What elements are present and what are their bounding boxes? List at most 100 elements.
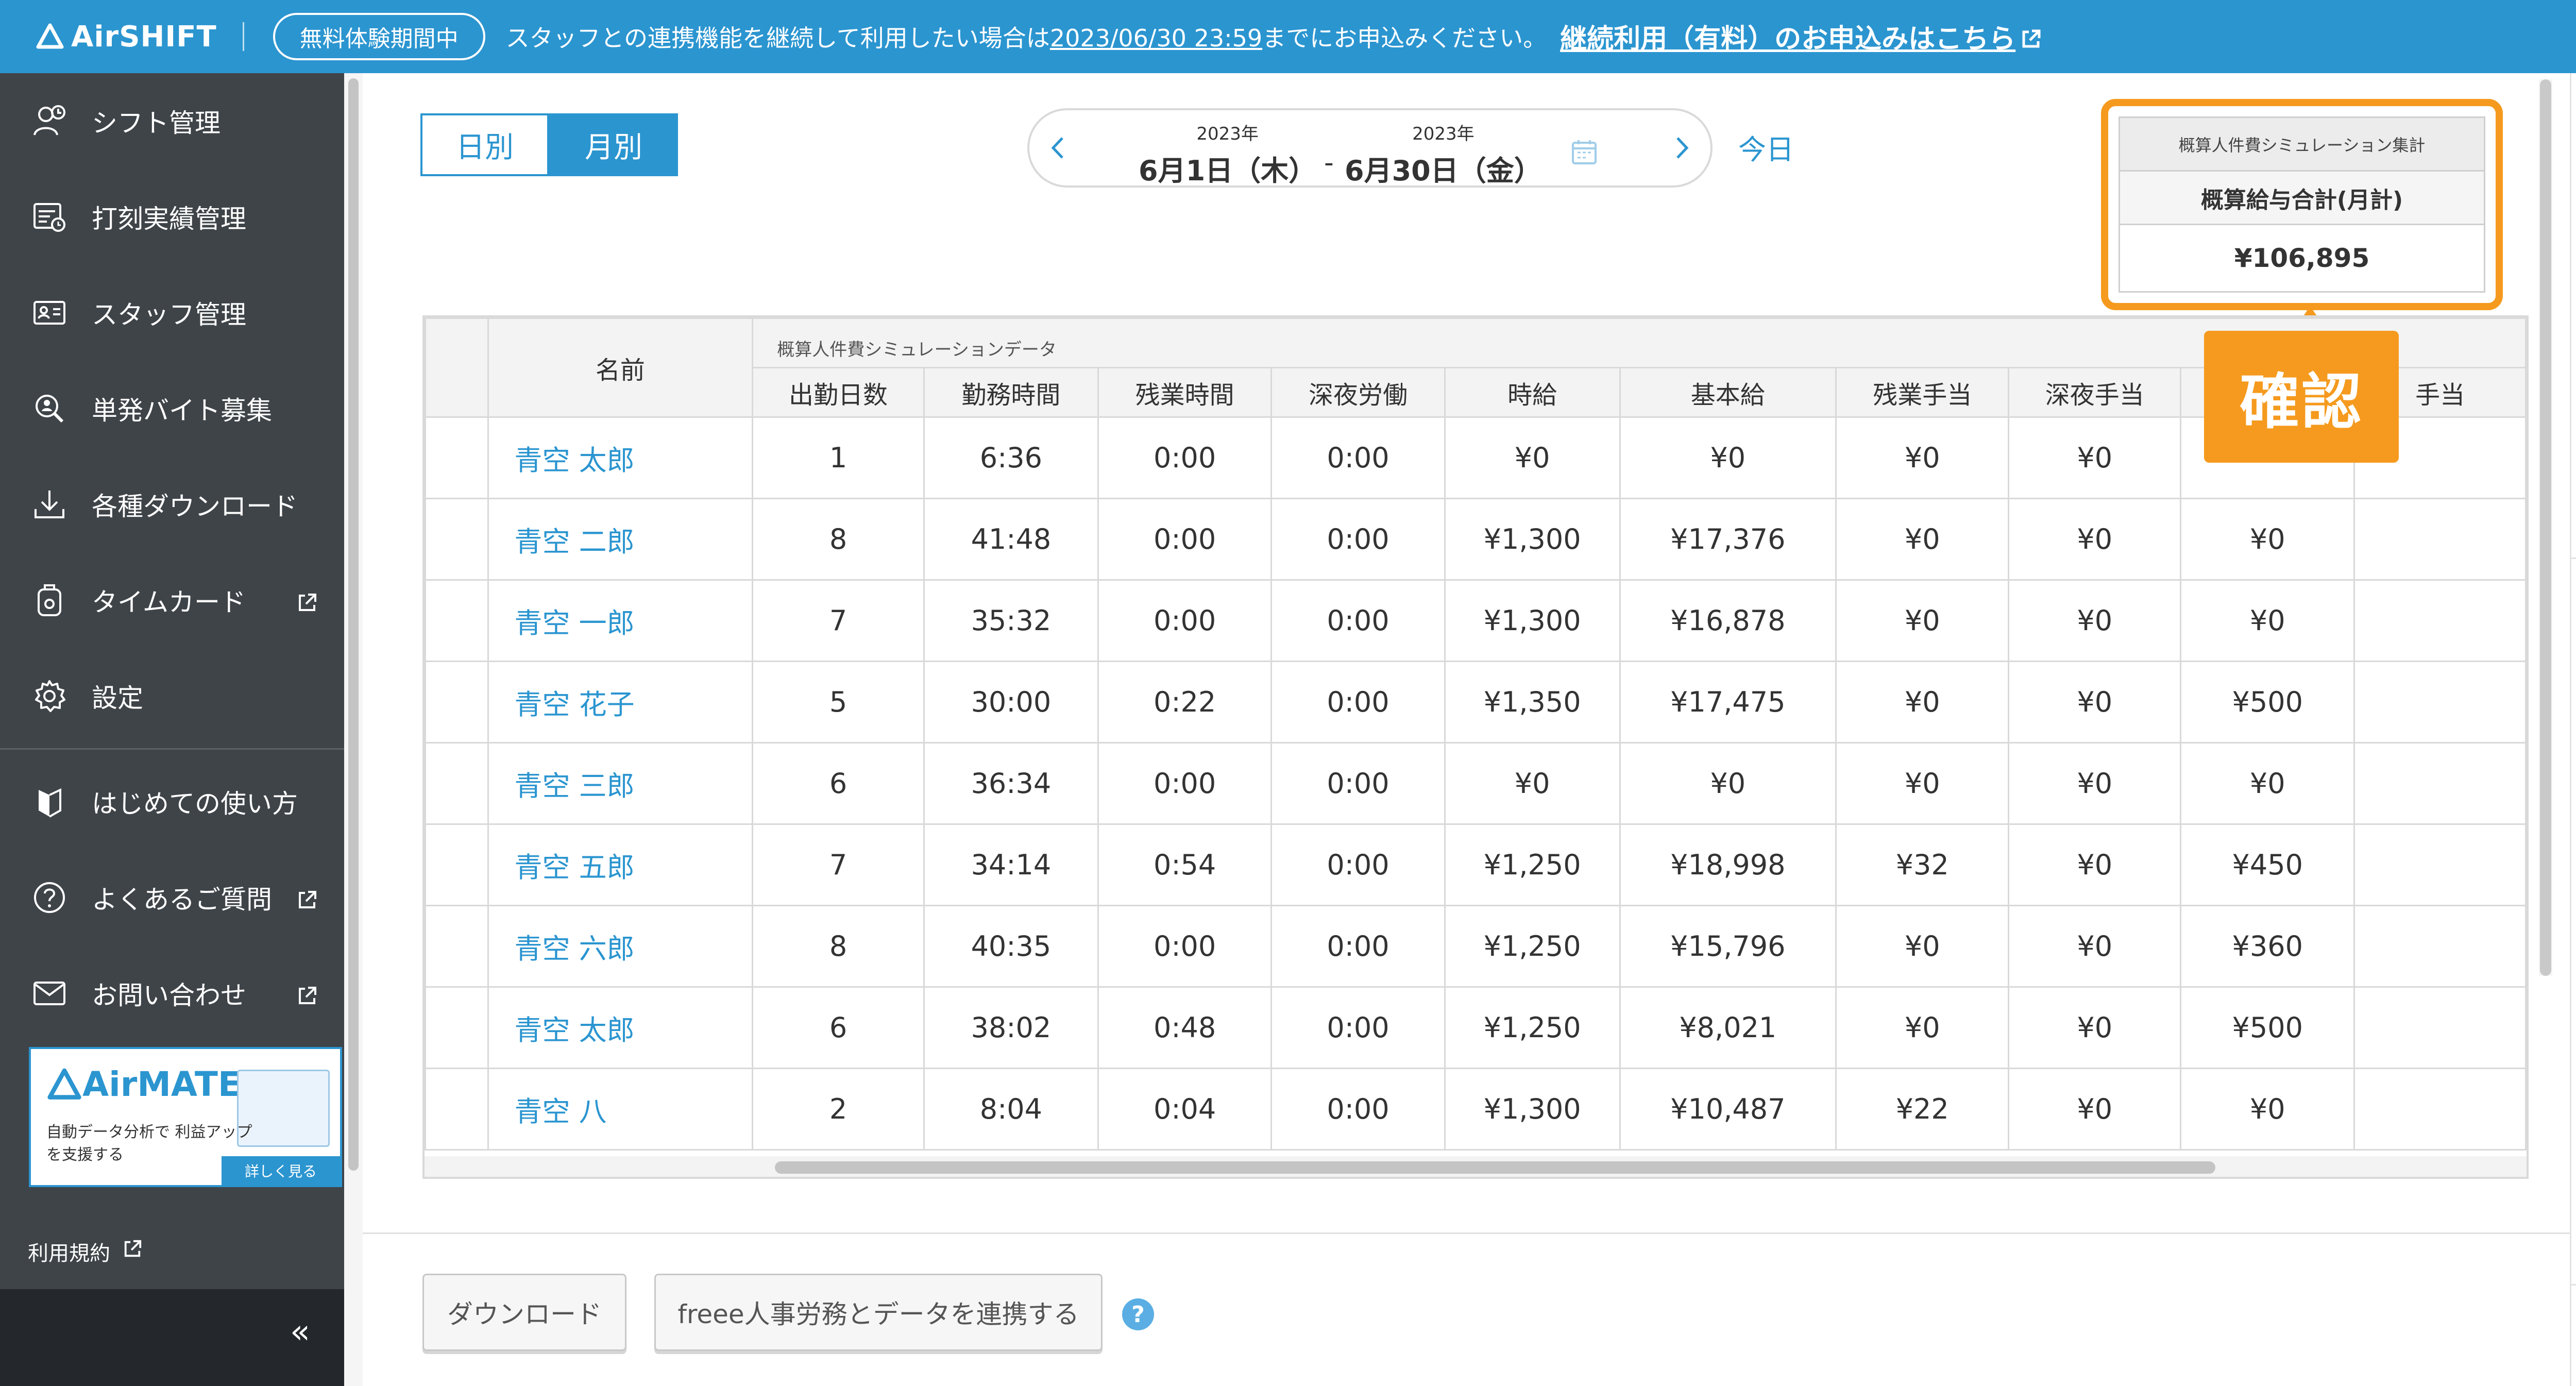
staff-name-link[interactable]: 青空 一郎 [487, 579, 754, 662]
table-cell: ¥0 [2008, 416, 2182, 499]
staff-name-link[interactable]: 青空 三郎 [487, 742, 754, 825]
table-cell: 0:04 [1097, 1068, 1273, 1151]
name-column-header[interactable]: 名前 [487, 317, 754, 418]
sidebar: シフト管理 打刻実績管理 スタッフ管理 単発バイト募集 各種ダウンロード タイム… [0, 73, 344, 1386]
table-cell [2353, 579, 2527, 662]
sidebar-item-settings[interactable]: 設定 [0, 648, 344, 744]
content-scrollbar-thumb[interactable] [2540, 79, 2551, 976]
table-row[interactable]: 青空 六郎 8 40:35 0:00 0:00 ¥1,250 ¥15,796 ¥0 ¥0 ¥360 [425, 905, 2527, 988]
table-cell [2353, 498, 2527, 581]
staff-name-link[interactable]: 青空 五郎 [487, 823, 754, 906]
chevron-left-icon [1051, 137, 1063, 159]
notice-prefix: スタッフとの連携機能を継続して利用したい場合は [505, 24, 1050, 52]
airmate-banner[interactable]: AirMATE 自動データ分析で 利益アップを支援する 詳しく見る [29, 1047, 342, 1187]
table-row[interactable]: 青空 三郎 6 36:34 0:00 0:00 ¥0 ¥0 ¥0 ¥0 ¥0 [425, 742, 2527, 825]
sidebar-nav: シフト管理 打刻実績管理 スタッフ管理 単発バイト募集 各種ダウンロード タイム… [0, 73, 344, 1041]
sidebar-item-download[interactable]: 各種ダウンロード [0, 457, 344, 552]
table-cell [2353, 986, 2527, 1069]
staff-name-link[interactable]: 青空 八 [487, 1068, 754, 1151]
sidebar-item-faq[interactable]: よくあるご質問 [0, 850, 344, 945]
sidebar-item-recruit[interactable]: 単発バイト募集 [0, 361, 344, 457]
table-cell: ¥0 [1619, 416, 1837, 499]
sidebar-item-beginner[interactable]: はじめての使い方 [0, 754, 344, 850]
column-header[interactable]: 残業手当 [1835, 367, 2010, 418]
beginner-icon [30, 782, 69, 821]
table-row[interactable]: 青空 八 2 8:04 0:04 0:00 ¥1,300 ¥10,487 ¥22 ¥0 ¥0 [425, 1068, 2527, 1151]
start-date[interactable]: 2023年 6月1日（木） [1139, 120, 1316, 189]
staff-name-link[interactable]: 青空 太郎 [487, 416, 754, 499]
table-cell: ¥15,796 [1619, 905, 1837, 988]
table-cell: 0:00 [1270, 905, 1446, 988]
table-row[interactable]: 青空 花子 5 30:00 0:22 0:00 ¥1,350 ¥17,475 ¥0 ¥0 ¥500 [425, 661, 2527, 743]
staff-name-link[interactable]: 青空 花子 [487, 661, 754, 743]
paid-plan-link-label: 継続利用（有料）のお申込みはこちら [1560, 24, 2016, 55]
main-scrollbar-thumb[interactable] [348, 78, 359, 1171]
content-scrollbar[interactable] [2539, 79, 2552, 976]
table-cell: 36:34 [923, 742, 1099, 825]
table-row[interactable]: 青空 五郎 7 34:14 0:54 0:00 ¥1,250 ¥18,998 ¥32 ¥0 ¥45… [425, 823, 2527, 906]
download-button[interactable]: ダウンロード [422, 1274, 626, 1351]
column-header[interactable]: 時給 [1444, 367, 1621, 418]
terms-link[interactable]: 利用規約 [28, 1237, 142, 1266]
table-cell: ¥17,376 [1619, 498, 1837, 581]
paid-plan-link[interactable]: 継続利用（有料）のお申込みはこちら [1560, 17, 2041, 56]
freee-link-button[interactable]: freee人事労務とデータを連携する [654, 1274, 1103, 1351]
sidebar-item-timecard[interactable]: タイムカード [0, 552, 344, 648]
column-header[interactable]: 残業時間 [1097, 367, 1273, 418]
table-cell: ¥0 [2180, 742, 2355, 825]
table-cell: ¥0 [2008, 1068, 2182, 1151]
table-horizontal-scrollbar-thumb[interactable] [775, 1161, 2215, 1174]
table-cell: ¥1,300 [1444, 579, 1621, 662]
staff-card-icon [30, 293, 69, 332]
brand-name: AirSHIFT [71, 20, 217, 54]
sidebar-item-staff[interactable]: スタッフ管理 [0, 265, 344, 361]
banner-more-button[interactable]: 詳しく見る [222, 1156, 340, 1185]
help-icon[interactable]: ? [1122, 1298, 1154, 1330]
table-cell: ¥1,250 [1444, 823, 1621, 906]
table-cell: 0:22 [1097, 661, 1273, 743]
table-row[interactable]: 青空 一郎 7 35:32 0:00 0:00 ¥1,300 ¥16,878 ¥0 ¥0 ¥0 [425, 579, 2527, 662]
column-header[interactable]: 基本給 [1619, 367, 1837, 418]
table-cell: ¥0 [1835, 742, 2010, 825]
collapse-sidebar-button[interactable]: « [290, 1313, 310, 1351]
table-cell: 6:36 [923, 416, 1099, 499]
column-header[interactable]: 深夜労働 [1270, 367, 1446, 418]
table-cell: ¥0 [1835, 498, 2010, 581]
table-cell: 0:54 [1097, 823, 1273, 906]
table-horizontal-scrollbar[interactable] [425, 1156, 2527, 1177]
view-month-button[interactable]: 月別 [549, 113, 678, 176]
calendar-icon[interactable] [1570, 138, 1598, 168]
summary-total-value: ¥106,895 [2234, 243, 2370, 273]
table-row[interactable]: 青空 二郎 8 41:48 0:00 0:00 ¥1,300 ¥17,376 ¥0 ¥0 ¥0 [425, 498, 2527, 581]
collapse-rail-button[interactable]: « [2571, 1284, 2576, 1386]
table-cell [2353, 742, 2527, 825]
notice-deadline: 2023/06/30 23:59 [1049, 24, 1263, 52]
table-cell: ¥0 [1835, 579, 2010, 662]
sidebar-item-timestamp[interactable]: 打刻実績管理 [0, 169, 344, 265]
start-date-label: 6月1日（木） [1139, 155, 1317, 187]
today-button[interactable]: 今日 [1738, 127, 1794, 167]
column-header[interactable]: 勤務時間 [923, 367, 1099, 418]
main-content: 日別 月別 2023年 6月1日（木） - 2023年 6月30日（金） 今日 … [363, 73, 2570, 1386]
column-header[interactable]: 深夜手当 [2008, 367, 2182, 418]
column-header[interactable]: 出勤日数 [752, 367, 925, 418]
view-day-button[interactable]: 日別 [420, 113, 549, 176]
airshift-logo[interactable]: AirSHIFT [36, 20, 217, 54]
staff-name-link[interactable]: 青空 六郎 [487, 905, 754, 988]
staff-name-link[interactable]: 青空 二郎 [487, 498, 754, 581]
table-cell: ¥1,250 [1444, 905, 1621, 988]
table-cell: 6 [752, 742, 925, 825]
table-row[interactable]: 青空 太郎 6 38:02 0:48 0:00 ¥1,250 ¥8,021 ¥0 ¥0 ¥500 [425, 986, 2527, 1069]
prev-period-button[interactable] [1050, 131, 1065, 169]
sidebar-item-shift[interactable]: シフト管理 [0, 73, 344, 169]
table-cell [2353, 823, 2527, 906]
staff-name-link[interactable]: 青空 太郎 [487, 986, 754, 1069]
sidebar-item-contact[interactable]: お問い合わせ [0, 945, 344, 1041]
table-cell: 0:00 [1270, 416, 1446, 499]
table-cell: 8 [752, 905, 925, 988]
sidebar-item-label: スタッフ管理 [92, 300, 246, 330]
main-scrollbar[interactable] [344, 73, 363, 1386]
sidebar-divider [0, 748, 344, 750]
next-period-button[interactable] [1674, 131, 1690, 169]
end-date[interactable]: 2023年 6月30日（金） [1345, 120, 1542, 189]
